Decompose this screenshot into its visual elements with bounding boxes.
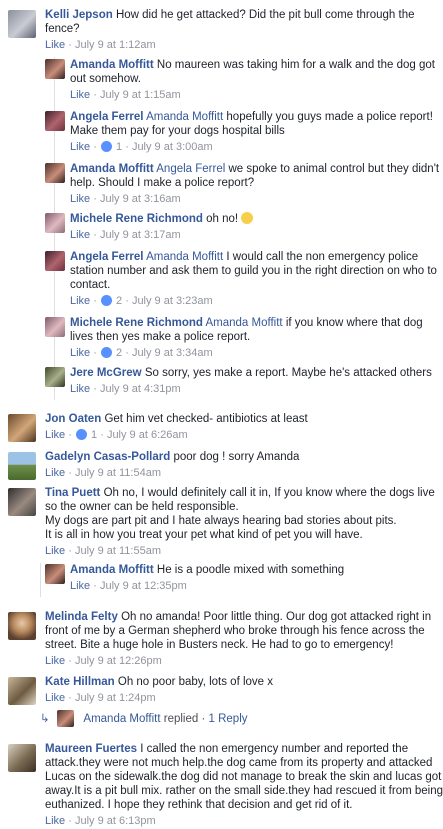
- commenter-name[interactable]: Michele Rene Richmond: [70, 317, 203, 329]
- like-reaction-icon[interactable]: [100, 347, 112, 358]
- comment-text: So sorry, yes make a report. Maybe he's …: [144, 367, 432, 379]
- timestamp[interactable]: July 9 at 1:15am: [100, 89, 181, 101]
- avatar[interactable]: [45, 317, 65, 337]
- like-link[interactable]: Like: [70, 141, 90, 153]
- like-reaction-icon[interactable]: [100, 295, 112, 306]
- mention-tag[interactable]: Amanda Moffitt: [205, 317, 282, 329]
- comment-text-line: It is all in how you treat your pet what…: [45, 529, 363, 541]
- timestamp[interactable]: July 9 at 11:54am: [75, 467, 161, 479]
- like-link[interactable]: Like: [70, 580, 90, 592]
- like-link[interactable]: Like: [45, 545, 65, 557]
- timestamp[interactable]: July 9 at 1:24pm: [75, 692, 156, 704]
- timestamp[interactable]: July 9 at 6:13pm: [75, 815, 156, 827]
- reply-arrow-icon: ↳: [40, 713, 50, 725]
- avatar[interactable]: [45, 251, 65, 271]
- comment-text: Oh no, I would definitely call it in, If…: [45, 487, 435, 513]
- like-link[interactable]: Like: [45, 655, 65, 667]
- like-link[interactable]: Like: [70, 89, 90, 101]
- avatar[interactable]: [8, 10, 36, 38]
- avatar[interactable]: [45, 213, 65, 233]
- avatar[interactable]: [45, 163, 65, 183]
- timestamp[interactable]: July 9 at 6:26am: [107, 429, 188, 441]
- commenter-name[interactable]: Maureen Fuertes: [45, 743, 137, 755]
- commenter-name[interactable]: Kelli Jepson: [45, 9, 113, 21]
- avatar[interactable]: [8, 677, 36, 705]
- timestamp[interactable]: July 9 at 3:16am: [100, 193, 181, 205]
- comment-thread: Kelli Jepson How did he get attacked? Di…: [0, 0, 443, 829]
- commenter-name[interactable]: Kate Hillman: [45, 676, 115, 688]
- avatar[interactable]: [45, 564, 65, 584]
- commenter-name[interactable]: Tina Puett: [45, 487, 100, 499]
- like-link[interactable]: Like: [70, 295, 90, 307]
- like-link[interactable]: Like: [45, 429, 65, 441]
- view-replies-link[interactable]: ↳ Amanda Moffitt replied · 1 Reply: [40, 709, 248, 729]
- mention-tag[interactable]: Amanda Moffitt: [146, 111, 223, 123]
- avatar[interactable]: [8, 612, 36, 640]
- timestamp[interactable]: July 9 at 3:34am: [132, 347, 213, 359]
- like-link[interactable]: Like: [70, 193, 90, 205]
- commenter-name[interactable]: Michele Rene Richmond: [70, 213, 203, 225]
- timestamp[interactable]: July 9 at 12:35pm: [100, 580, 187, 592]
- like-link[interactable]: Like: [70, 229, 90, 241]
- avatar[interactable]: [8, 452, 36, 480]
- commenter-name[interactable]: Angela Ferrel: [70, 111, 144, 123]
- mention-tag[interactable]: Amanda Moffitt: [146, 251, 223, 263]
- commenter-name[interactable]: Jere McGrew: [70, 367, 142, 379]
- reply-thread-line: [40, 563, 41, 597]
- replier-name[interactable]: Amanda Moffitt: [83, 713, 160, 725]
- timestamp[interactable]: July 9 at 3:23am: [132, 295, 213, 307]
- avatar[interactable]: [8, 488, 36, 516]
- timestamp[interactable]: July 9 at 3:17am: [100, 229, 181, 241]
- comment-text-line: My dogs are part pit and I hate always h…: [45, 515, 397, 527]
- comment-text: oh no!: [206, 213, 239, 225]
- comment-text: Oh no poor baby, lots of love x: [117, 676, 274, 688]
- like-link[interactable]: Like: [45, 467, 65, 479]
- timestamp[interactable]: July 9 at 12:26pm: [75, 655, 162, 667]
- timestamp[interactable]: July 9 at 1:12am: [75, 39, 156, 51]
- commenter-name[interactable]: Gadelyn Casas-Pollard: [45, 451, 170, 463]
- timestamp[interactable]: July 9 at 11:55am: [75, 545, 161, 557]
- avatar[interactable]: [8, 414, 36, 442]
- avatar[interactable]: [45, 59, 65, 79]
- like-link[interactable]: Like: [70, 347, 90, 359]
- like-reaction-icon[interactable]: [100, 141, 112, 152]
- replied-text: replied: [163, 713, 199, 725]
- reply-count[interactable]: 1 Reply: [209, 713, 248, 725]
- commenter-name[interactable]: Amanda Moffitt: [70, 564, 154, 576]
- commenter-name[interactable]: Melinda Felty: [45, 611, 118, 623]
- avatar: [57, 710, 75, 728]
- like-link[interactable]: Like: [45, 39, 65, 51]
- commenter-name[interactable]: Amanda Moffitt: [70, 163, 154, 175]
- commenter-name[interactable]: Angela Ferrel: [70, 251, 144, 263]
- timestamp[interactable]: July 9 at 3:00am: [132, 141, 213, 153]
- avatar[interactable]: [45, 111, 65, 131]
- comment-text: poor dog ! sorry Amanda: [173, 451, 300, 463]
- avatar[interactable]: [8, 744, 36, 772]
- comment-text: Get him vet checked- antibiotics at leas…: [104, 413, 308, 425]
- commenter-name[interactable]: Amanda Moffitt: [70, 59, 154, 71]
- like-link[interactable]: Like: [45, 815, 65, 827]
- timestamp[interactable]: July 9 at 4:31pm: [100, 383, 181, 395]
- like-link[interactable]: Like: [70, 383, 90, 395]
- mention-tag[interactable]: Angela Ferrel: [156, 163, 225, 175]
- like-reaction-icon[interactable]: [75, 429, 87, 440]
- avatar[interactable]: [45, 367, 65, 387]
- commenter-name[interactable]: Jon Oaten: [45, 413, 101, 425]
- sad-face-emoji: [241, 212, 254, 224]
- comment-text: He is a poodle mixed with something: [156, 564, 345, 576]
- like-link[interactable]: Like: [45, 692, 65, 704]
